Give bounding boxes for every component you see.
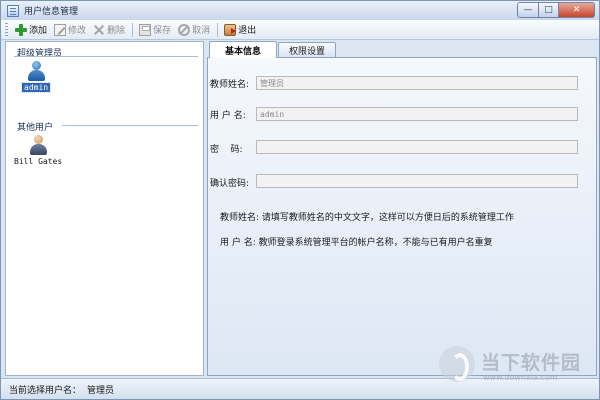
window-title: 用户信息管理 [24, 7, 79, 17]
watermark-url: www.downxia.com [483, 373, 558, 382]
user-icon [27, 61, 46, 81]
cancel-label: 取消 [192, 26, 211, 36]
watermark-logo-icon [439, 346, 475, 382]
cancel-button[interactable]: 取消 [175, 22, 213, 38]
username-label: 用 户 名: [210, 111, 246, 121]
user-name: Bill Gates [14, 157, 63, 166]
toolbar-separator [132, 22, 134, 37]
confirm-password-label: 确认密码: [210, 179, 250, 189]
watermark: 当下软件园 www.downxia.com [439, 346, 594, 390]
teacher-name-field[interactable] [256, 76, 578, 90]
app-icon [7, 4, 19, 17]
toolbar-separator [217, 22, 219, 37]
teacher-name-label: 教师姓名: [210, 80, 250, 90]
delete-label: 删除 [107, 26, 126, 36]
edit-button[interactable]: 修改 [51, 22, 89, 38]
add-button[interactable]: 添加 [12, 22, 50, 38]
edit-label: 修改 [68, 26, 87, 36]
status-value: 管理员 [87, 385, 115, 396]
user-tile-admin[interactable]: admin [20, 61, 52, 93]
save-button[interactable]: 保存 [136, 22, 174, 38]
password-label: 密 码: [210, 145, 243, 155]
toolbar-grip[interactable] [5, 22, 8, 37]
add-label: 添加 [29, 26, 48, 36]
password-field[interactable] [256, 140, 578, 154]
tab-basic-info[interactable]: 基本信息 [209, 41, 277, 58]
group-title-other-users: 其他用户 [17, 123, 54, 133]
tab-strip: 基本信息 权限设置 [207, 41, 597, 58]
plus-icon [15, 23, 27, 36]
confirm-password-field[interactable] [256, 174, 578, 188]
edit-icon [54, 23, 67, 36]
toolbar: 添加 修改 删除 保存 取消 退出 [1, 20, 599, 40]
group-title-super-admin: 超级管理员 [17, 49, 63, 59]
tab-content-basic-info: 教师姓名: 用 户 名: 密 码: 确认密码: 教师姓名: 请填写教师姓名的中文… [207, 57, 597, 376]
exit-label: 退出 [238, 26, 257, 36]
maximize-button[interactable]: □ [539, 2, 559, 18]
save-label: 保存 [153, 26, 172, 36]
hint-username: 用 户 名: 教师登录系统管理平台的帐户名称，不能与已有用户名重复 [220, 238, 493, 248]
user-icon [29, 135, 48, 155]
delete-button[interactable]: 删除 [90, 22, 128, 38]
user-list-panel: 超级管理员 admin 其他用户 Bill Gates [5, 41, 204, 376]
cancel-icon [178, 23, 191, 36]
title-bar[interactable]: 用户信息管理 — □ ✕ [1, 1, 599, 20]
minimize-button[interactable]: — [517, 2, 539, 18]
group-divider [62, 125, 198, 126]
delete-icon [93, 24, 105, 36]
user-tile-bill-gates[interactable]: Bill Gates [12, 135, 64, 166]
save-icon [139, 23, 152, 36]
exit-button[interactable]: 退出 [221, 22, 259, 38]
username-field[interactable] [256, 107, 578, 121]
group-divider [14, 56, 198, 57]
status-label: 当前选择用户名： [9, 385, 82, 396]
exit-icon [224, 23, 237, 36]
watermark-name: 当下软件园 [481, 352, 582, 374]
close-button[interactable]: ✕ [559, 2, 595, 18]
tab-permissions[interactable]: 权限设置 [278, 42, 336, 57]
hint-teacher-name: 教师姓名: 请填写教师姓名的中文文字，这样可以方便日后的系统管理工作 [220, 213, 514, 223]
detail-panel: 基本信息 权限设置 教师姓名: 用 户 名: 密 码: 确认密码: 教师姓名: … [207, 41, 597, 376]
user-name: admin [20, 82, 52, 93]
window-controls: — □ ✕ [517, 2, 595, 18]
user-info-window: 用户信息管理 — □ ✕ 添加 修改 删除 保存 取消 退出 超级管理员 adm… [0, 0, 600, 400]
